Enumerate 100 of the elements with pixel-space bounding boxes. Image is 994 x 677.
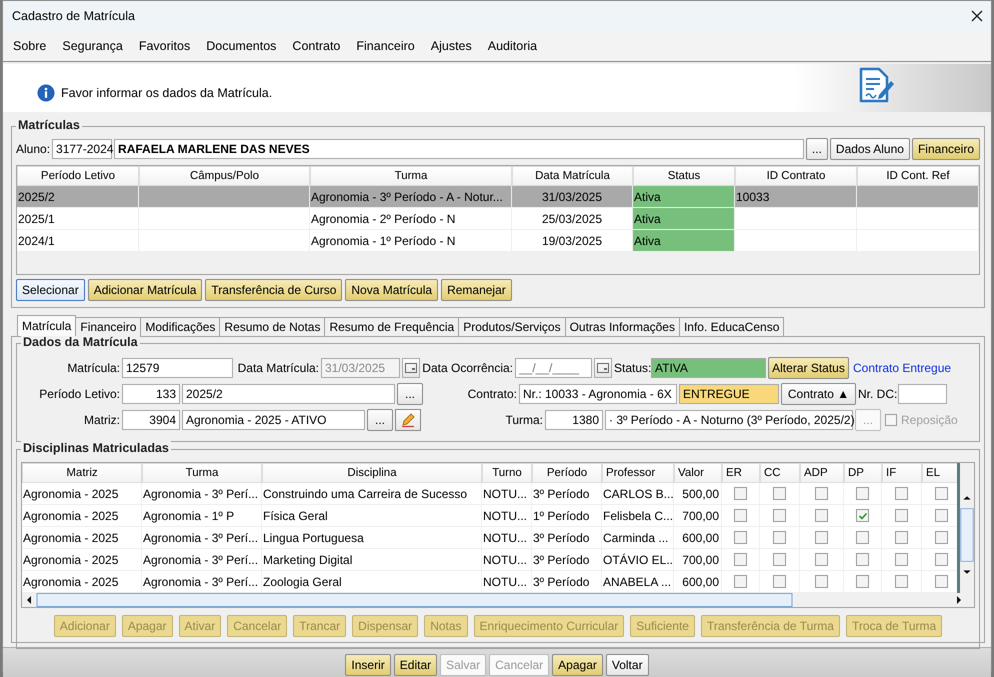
column-header[interactable]: Status [633,166,735,186]
checkbox[interactable] [935,531,948,544]
checkbox[interactable] [895,553,908,566]
checkbox[interactable] [734,575,747,588]
vertical-scrollbar[interactable] [957,463,974,593]
checkbox[interactable] [935,553,948,566]
button[interactable]: Editar [394,654,438,676]
button[interactable]: Remanejar [441,279,512,301]
column-header[interactable]: Turma [142,463,262,483]
column-header[interactable]: Disciplina [262,463,482,483]
column-header[interactable]: Valor [674,463,722,483]
column-header[interactable]: ADP [800,463,844,483]
checkbox[interactable] [856,531,869,544]
checkbox[interactable] [935,487,948,500]
button[interactable]: ... [367,409,393,431]
input-field[interactable]: 2025/2 [182,384,395,404]
menu-item[interactable]: Documentos [206,39,276,53]
column-header[interactable]: ID Cont. Ref [857,166,979,186]
input-field[interactable]: Nr.: 10033 - Agronomia - 6X [519,384,677,404]
checkbox[interactable] [895,531,908,544]
table-row[interactable]: 2025/2 Agronomia - 3º Período - A - Notur... 31/03/2025 Ativa 10033 [17,186,979,208]
date-field[interactable]: __/__/____ [515,358,592,378]
button[interactable]: ... [397,383,423,405]
student-name-field[interactable]: RAFAELA MARLENE DAS NEVES [114,139,804,159]
button[interactable]: Adicionar Matrícula [88,279,202,301]
input-field[interactable] [898,384,947,404]
button[interactable]: Inserir [345,654,391,676]
close-icon[interactable] [971,10,983,22]
checkbox[interactable] [773,531,786,544]
menu-item[interactable]: Auditoria [488,39,538,53]
column-header[interactable]: Turno [482,463,532,483]
menu-item[interactable]: Sobre [13,39,46,53]
button[interactable]: Transferência de Curso [205,279,342,301]
input-field[interactable]: Agronomia - 2025 - ATIVO [182,410,365,430]
checkbox[interactable] [856,509,869,522]
checkbox[interactable] [773,509,786,522]
checkbox[interactable] [773,487,786,500]
student-code-field[interactable]: 3177-2024 [52,139,112,159]
tab[interactable]: Outras Informações [564,317,680,336]
checkbox[interactable] [815,553,828,566]
tab[interactable]: Produtos/Serviços [458,317,566,336]
column-header[interactable]: Período Letivo [17,166,139,186]
checkbox[interactable] [856,487,869,500]
tab[interactable]: Modificações [140,317,220,336]
calendar-button[interactable] [402,358,420,378]
button[interactable]: ... [806,138,828,160]
checkbox[interactable] [815,531,828,544]
checkbox[interactable] [734,531,747,544]
edit-button[interactable] [395,409,421,431]
column-header[interactable]: Período [532,463,602,483]
column-header[interactable]: Matriz [22,463,142,483]
checkbox[interactable] [895,575,908,588]
table-row[interactable]: 2025/1 Agronomia - 2º Período - N 25/03/2025 Ativa [17,208,979,230]
button[interactable]: Contrato ▲ [781,383,856,405]
input-field[interactable]: 3904 [122,410,180,430]
button[interactable]: Selecionar [16,279,85,301]
checkbox[interactable] [815,509,828,522]
menu-item[interactable]: Financeiro [356,39,415,53]
status-field[interactable]: ATIVA [651,358,766,378]
button[interactable]: Nova Matrícula [345,279,438,301]
column-header[interactable]: Professor [602,463,674,483]
tab[interactable]: Matrícula [17,315,76,336]
checkbox[interactable] [734,553,747,566]
column-header[interactable]: IF [882,463,922,483]
button[interactable]: Alterar Status [768,357,849,379]
checkbox[interactable] [815,487,828,500]
button[interactable]: Voltar [606,654,649,676]
checkbox[interactable] [935,575,948,588]
contract-link[interactable]: Contrato Entregue [853,361,952,375]
column-header[interactable]: Data Matrícula [512,166,633,186]
checkbox[interactable] [856,575,869,588]
button[interactable]: Dados Aluno [830,138,910,160]
input-field[interactable]: 133 [122,384,180,404]
tab[interactable]: Info. EducaCenso [678,317,784,336]
tab[interactable]: Resumo de Frequência [324,317,460,336]
table-row[interactable]: 2024/1 Agronomia - 1º Período - N 19/03/2025 Ativa [17,230,979,252]
checkbox[interactable] [895,487,908,500]
column-header[interactable]: CC [760,463,800,483]
column-header[interactable]: ID Contrato [735,166,857,186]
input-field[interactable]: 12579 [122,358,233,378]
checkbox[interactable] [734,487,747,500]
checkbox[interactable] [815,575,828,588]
column-header[interactable]: Câmpus/Polo [139,166,310,186]
calendar-button[interactable] [594,358,612,378]
input-field[interactable]: 1380 [545,410,603,430]
menu-item[interactable]: Ajustes [430,39,472,53]
status-field[interactable]: ENTREGUE [679,384,779,404]
menu-item[interactable]: Contrato [292,39,340,53]
column-header[interactable]: Turma [310,166,512,186]
checkbox[interactable] [773,575,786,588]
column-header[interactable]: EL [922,463,957,483]
menu-item[interactable]: Segurança [62,39,123,53]
column-header[interactable]: ER [722,463,760,483]
input-field[interactable]: · 3º Período - A - Noturno (3º Período, 2025/2) [605,410,853,430]
column-header[interactable]: DP [844,463,882,483]
button[interactable]: Apagar [552,654,603,676]
checkbox[interactable] [895,509,908,522]
checkbox[interactable] [935,509,948,522]
checkbox[interactable] [856,553,869,566]
horizontal-scrollbar[interactable] [22,593,974,607]
